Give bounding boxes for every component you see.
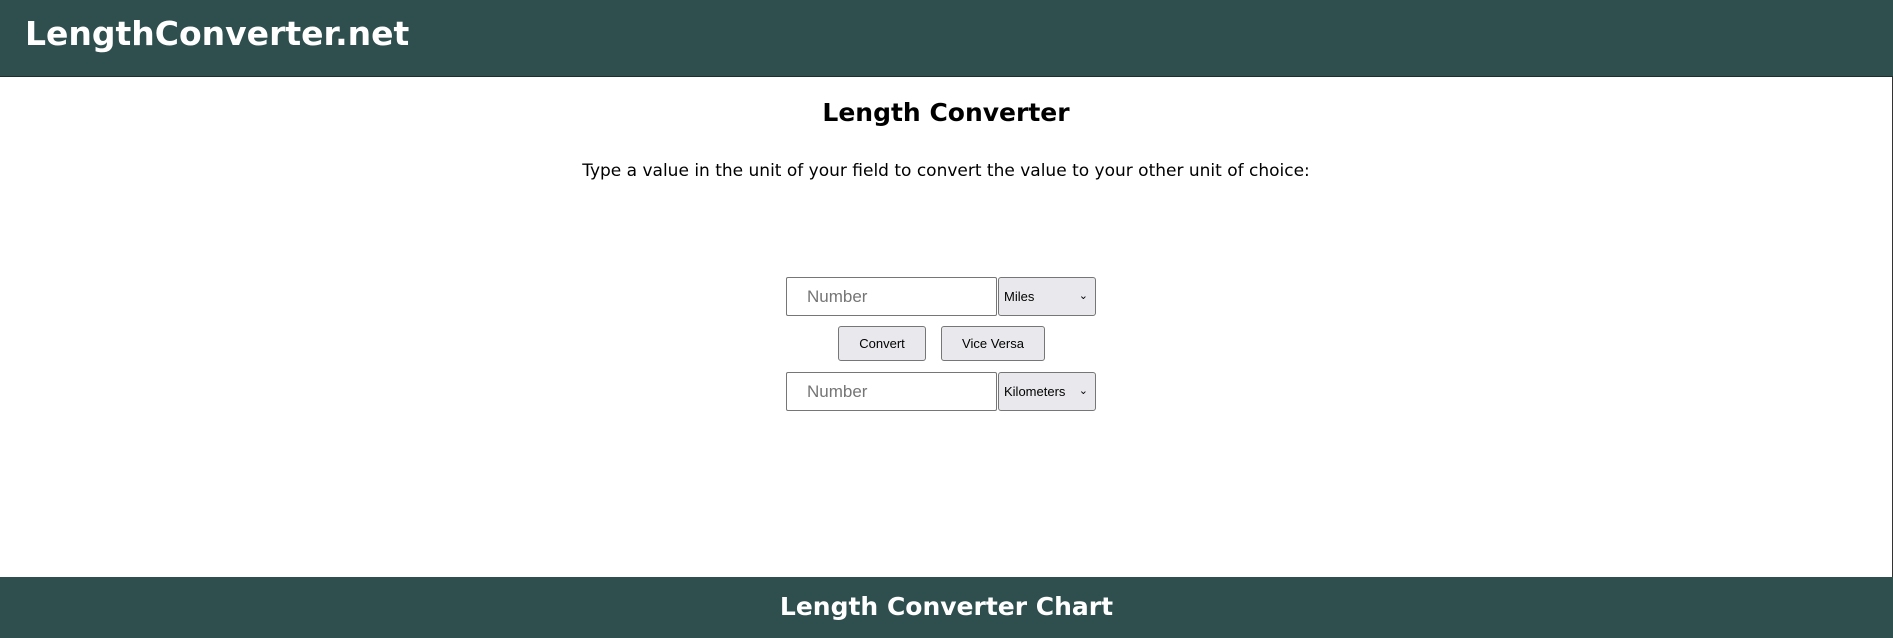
instructions-text: Type a value in the unit of your field t… — [582, 161, 1310, 181]
chevron-down-icon: ⌄ — [1078, 290, 1088, 302]
chart-section-header: Length Converter Chart — [0, 577, 1893, 638]
site-header: LengthConverter.net — [0, 0, 1893, 77]
vice-versa-button[interactable]: Vice Versa — [941, 326, 1045, 361]
from-unit-label: Miles — [1004, 289, 1035, 304]
converter-panel: Length Converter Type a value in the uni… — [0, 77, 1893, 577]
to-value-input[interactable] — [786, 372, 997, 411]
from-unit-select[interactable]: Miles ⌄ — [998, 277, 1096, 316]
to-unit-select[interactable]: Kilometers ⌄ — [998, 372, 1096, 411]
site-logo[interactable]: LengthConverter.net — [25, 14, 409, 54]
chevron-down-icon: ⌄ — [1078, 385, 1088, 397]
page-title: Length Converter — [822, 98, 1070, 127]
from-value-input[interactable] — [786, 277, 997, 316]
to-unit-label: Kilometers — [1004, 384, 1066, 399]
chart-title: Length Converter Chart — [779, 592, 1114, 621]
convert-button[interactable]: Convert — [838, 326, 926, 361]
